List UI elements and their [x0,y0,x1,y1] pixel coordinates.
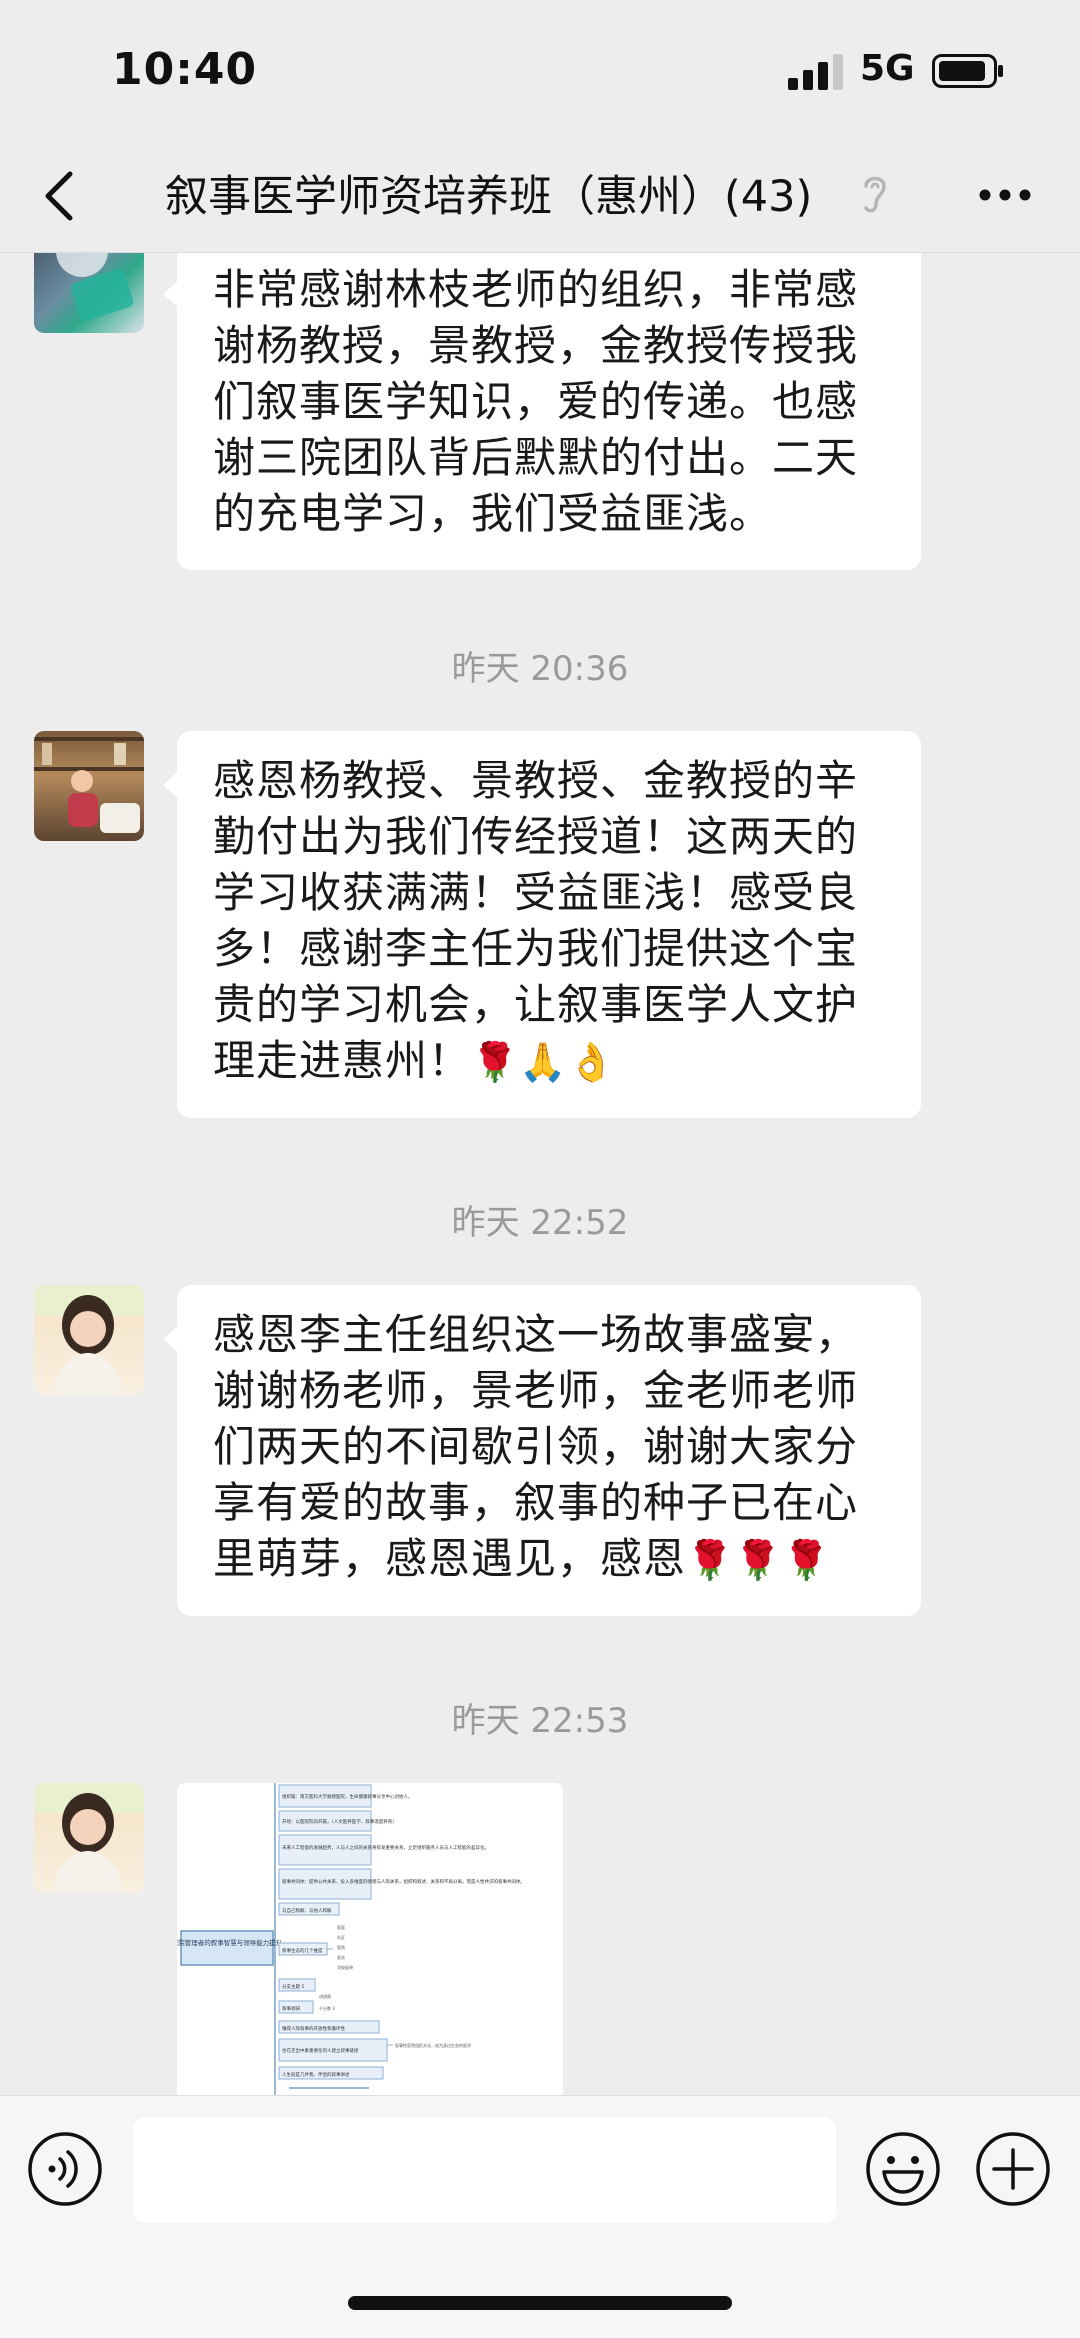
svg-text:叙事共同体：提供公共关系、投入多维度的情感与人际关系，组织和: 叙事共同体：提供公共关系、投入多维度的情感与人际关系，组织和叙述、关系和不再分离… [282,1878,525,1885]
svg-text:分支主题 5: 分支主题 5 [282,1983,304,1990]
mindmap-node: 未来人工智能的发展趋势，人与人之间的关系将愈发重要关系，立足组织服务人员与人工智… [278,1834,489,1866]
message-timestamp: 昨天 22:52 [451,1203,629,1243]
avatar[interactable] [34,253,144,333]
home-indicator[interactable] [348,2296,732,2310]
message-timestamp: 昨天 20:36 [451,649,629,689]
svg-text:组织篇：南方医科大学顺德医院，生命健康叙事分享中心创始人。: 组织篇：南方医科大学顺德医院，生命健康叙事分享中心创始人。 [282,1793,413,1800]
message-bubble[interactable]: 感恩杨教授、景教授、金教授的辛勤付出为我们传经授道！这两天的学习收获满满！受益匪… [163,731,921,1118]
message-timestamp: 昨天 22:53 [451,1701,629,1741]
mindmap-node: 与自己和解、与他人和解 [278,1902,340,1916]
svg-text:住在走出中素重要任何人建立叙事链接: 住在走出中素重要任何人建立叙事链接 [282,2047,359,2054]
mindmap-subnode: 社区 [337,1934,345,1940]
emoji-icon[interactable] [864,2130,942,2208]
message-text: 感恩杨教授、景教授、金教授的辛勤付出为我们传经授道！这两天的学习收获满满！受益匪… [213,756,859,1085]
mindmap-side-note: 叙事性医院组织文化，成为身边生态的医学 [395,2042,471,2048]
svg-text:未来人工智能的发展趋势，人与人之间的关系将愈发重要关系，立足: 未来人工智能的发展趋势，人与人之间的关系将愈发重要关系，立足组织服务人员与人工智… [282,1844,489,1851]
mindmap-node: 叙事生态的几个维度 [278,1942,328,1956]
mindmap-subnode: 医院 [337,1944,345,1950]
mindmap-node: 住在走出中素重要任何人建立叙事链接 [278,2038,388,2062]
image-message[interactable]: 医院管理者的叙事智慧与领导能力提升 组织篇：南方医科大学顺德医院，生命健康叙事分… [177,1783,563,2095]
battery-icon [932,54,1003,88]
chat-title: 叙事医学师资培养班（惠州）(43) [165,172,813,222]
mindmap-subnode: 家庭 [337,1924,345,1930]
mindmap-subnode: 千分数 3 [319,2005,335,2011]
back-arrow-icon[interactable] [40,168,80,224]
message-bubble[interactable]: 感恩李主任组织这一场故事盛宴，谢谢杨老师，景老师，金老师老师们两天的不间歇引领，… [163,1285,921,1616]
message-bubble[interactable]: 非常感谢林枝老师的组织，非常感谢杨教授，景教授，金教授传授我们叙事医学知识，爱的… [163,253,921,570]
svg-text:人生就是几件我、伴侣的叙事讲述: 人生就是几件我、伴侣的叙事讲述 [282,2071,350,2078]
add-more-icon[interactable] [974,2130,1052,2208]
avatar[interactable] [34,1783,144,1893]
mindmap-node: 叙事调研 [278,2000,314,2014]
mindmap-node: 懂得人际叙事的开放性和循环性 [278,2020,380,2034]
message-text: 非常感谢林枝老师的组织，非常感谢杨教授，景教授，金教授传授我们叙事医学知识，爱的… [213,265,859,538]
svg-text:懂得人际叙事的开放性和循环性: 懂得人际叙事的开放性和循环性 [282,2025,345,2032]
svg-text:开场：以医院院训开篇，（人文医养医学、叙事温度养育）: 开场：以医院院训开篇，（人文医养医学、叙事温度养育） [282,1818,397,1825]
signal-strength-icon [788,54,843,90]
message-input[interactable] [133,2117,836,2223]
voice-input-icon[interactable] [26,2130,104,2208]
mindmap-subnode: 讲述图 [319,1993,331,1999]
svg-text:叙事生态的几个维度: 叙事生态的几个维度 [282,1947,323,1954]
emoji-group: 🌹🙏👌 [471,1040,616,1084]
mindmap-subnode: 医务 [337,1954,345,1960]
earpiece-mode-icon [864,176,886,213]
emoji-group: 🌹🌹🌹 [686,1538,831,1582]
network-type: 5G [860,48,915,89]
svg-text:叙事调研: 叙事调研 [282,2005,300,2012]
more-options-icon[interactable] [978,180,1032,210]
mindmap-node: 叙事共同体：提供公共关系、投入多维度的情感与人际关系，组织和叙述、关系和不再分离… [278,1868,525,1900]
chat-header: 叙事医学师资培养班（惠州）(43) [0,140,1080,253]
status-bar: 10:40 5G [0,0,1080,140]
mindmap-node: 人生就是几件我、伴侣的叙事讲述 [278,2066,384,2080]
mindmap-root: 医院管理者的叙事智慧与领导能力提升 [177,1938,283,1947]
chat-message-list[interactable]: 非常感谢林枝老师的组织，非常感谢杨教授，景教授，金教授传授我们叙事医学知识，爱的… [0,253,1080,2095]
mindmap-subnode: 学校延伸 [337,1964,353,1970]
avatar[interactable] [34,731,144,841]
avatar[interactable] [34,1285,144,1395]
mindmap-node: 分支主题 5 [278,1978,316,1992]
svg-text:与自己和解、与他人和解: 与自己和解、与他人和解 [282,1907,332,1914]
mindmap-node: 开场：以医院院训开篇，（人文医养医学、叙事温度养育） [278,1810,397,1832]
status-time: 10:40 [112,44,258,95]
mindmap-node: 组织篇：南方医科大学顺德医院，生命健康叙事分享中心创始人。 [278,1784,413,1808]
